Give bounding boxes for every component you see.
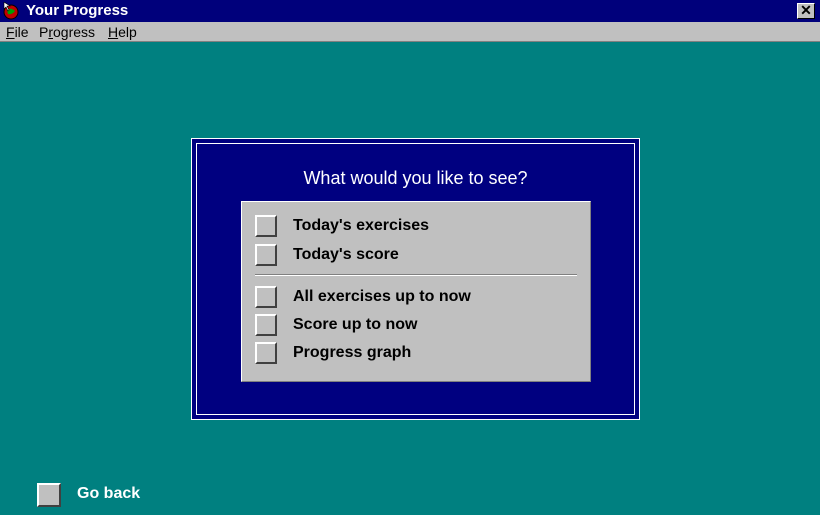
menu-help-accel: H	[108, 24, 119, 40]
option-label: Today's exercises	[293, 217, 430, 234]
options-box: Today's exercises Today's score All exer…	[241, 201, 591, 382]
menu-file-rest: ile	[14, 24, 29, 40]
option-button-icon[interactable]	[255, 286, 277, 308]
panel-question: What would you like to see?	[303, 168, 528, 188]
menu-file[interactable]: File	[6, 24, 29, 40]
close-icon: ✕	[800, 2, 812, 18]
option-button-icon[interactable]	[255, 215, 277, 237]
close-button[interactable]: ✕	[797, 3, 815, 19]
window-title: Your Progress	[26, 2, 129, 19]
title-bar[interactable]: Your Progress ✕	[0, 0, 820, 22]
go-back-square-icon[interactable]	[37, 483, 61, 507]
option-label: Progress graph	[293, 344, 412, 361]
option-label: Score up to now	[293, 316, 418, 333]
options-divider	[255, 274, 577, 276]
menu-file-accel: F	[6, 24, 15, 40]
menu-help-rest: elp	[118, 24, 137, 40]
menu-progress-rest: ogress	[53, 24, 96, 40]
menu-help[interactable]: Help	[108, 24, 137, 40]
option-label: All exercises up to now	[293, 288, 471, 305]
option-button-icon[interactable]	[255, 314, 277, 336]
menu-progress-pre: P	[39, 24, 49, 40]
option-button-icon[interactable]	[255, 244, 277, 266]
go-back-label: Go back	[77, 485, 141, 502]
option-button-icon[interactable]	[255, 342, 277, 364]
option-label: Today's score	[293, 246, 399, 263]
globe-cursor-icon	[3, 2, 19, 20]
menu-bar: File Progress Help	[0, 22, 820, 42]
menu-progress[interactable]: Progress	[39, 24, 95, 40]
